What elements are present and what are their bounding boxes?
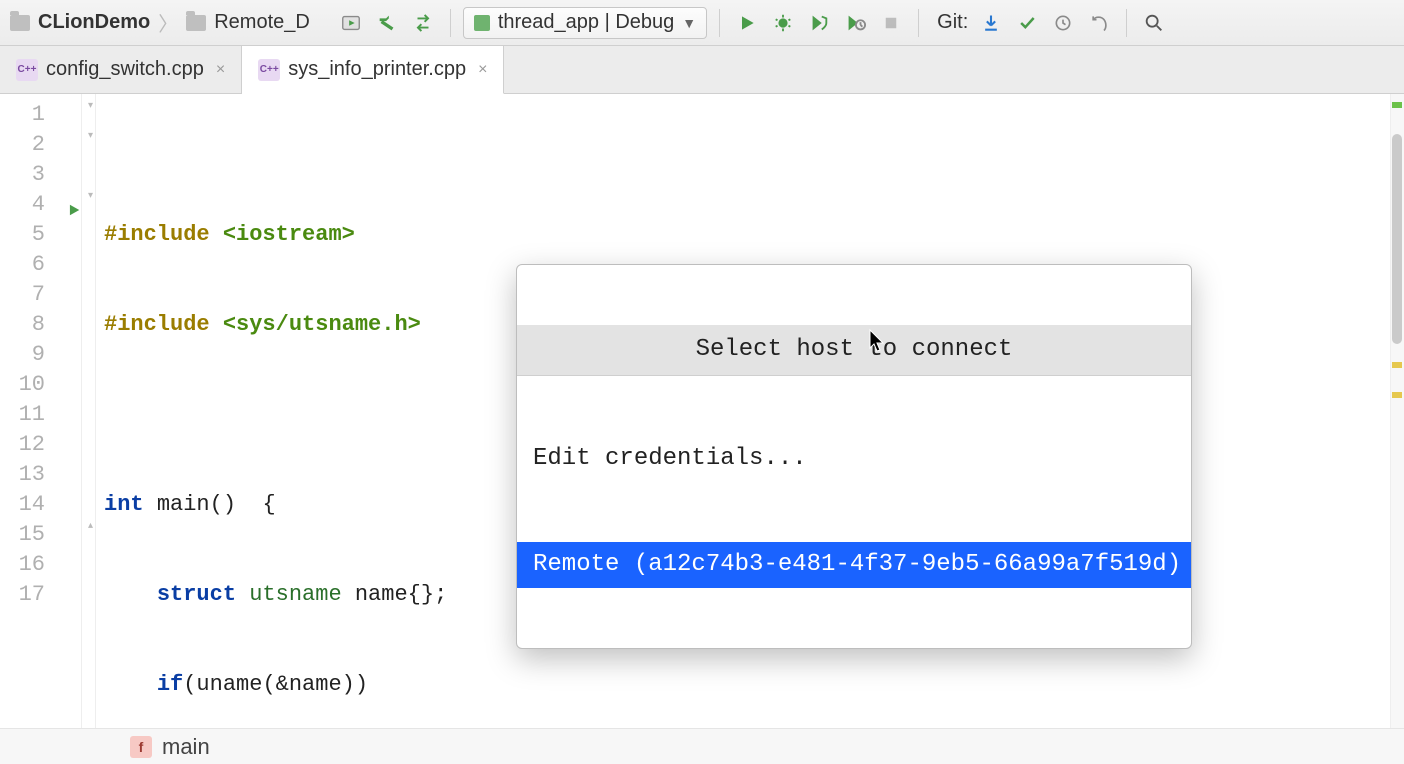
breadcrumb-separator: 〉 [158,8,178,37]
cpp-file-icon: C++ [16,59,38,81]
editor: 1 2 3 4 5 6 7 8 9 10 11 12 13 14 15 16 1… [0,94,1404,728]
tab-config-switch[interactable]: C++ config_switch.cpp × [0,46,242,93]
editor-gutter: 1 2 3 4 5 6 7 8 9 10 11 12 13 14 15 16 1… [0,94,96,728]
fold-marker-icon[interactable]: ▾ [88,190,93,202]
close-icon[interactable]: × [212,61,225,79]
chevron-down-icon: ▼ [682,15,696,31]
select-host-popup: Select host to connect Edit credentials.… [516,264,1192,649]
git-label: Git: [931,11,970,34]
build-icon[interactable] [372,8,402,38]
popup-title: Select host to connect [517,325,1191,376]
run-configuration-label: thread_app | Debug [498,11,674,34]
run-coverage-icon[interactable] [804,8,834,38]
search-icon[interactable] [1139,8,1169,38]
close-icon[interactable]: × [474,61,487,79]
tab-sys-info-printer[interactable]: C++ sys_info_printer.cpp × [242,46,504,94]
git-pull-icon[interactable] [976,8,1006,38]
run-target-icon[interactable] [336,8,366,38]
main-toolbar: CLionDemo 〉 Remote_D thread_app | Debug … [0,0,1404,46]
popup-item-edit-credentials[interactable]: Edit credentials... [517,436,1191,482]
play-icon[interactable] [732,8,762,38]
stop-icon[interactable] [876,8,906,38]
code-area[interactable]: #include <iostream> #include <sys/utsnam… [96,94,1404,728]
stripe-marker-warning [1392,362,1402,368]
folder-icon [186,15,206,31]
fold-column: ▾ ▾ ▾ ▴ [81,94,95,728]
tab-filename: sys_info_printer.cpp [288,58,466,81]
fold-marker-icon[interactable]: ▴ [88,520,93,532]
fold-marker-icon[interactable]: ▾ [88,100,93,112]
fold-marker-icon[interactable]: ▾ [88,130,93,142]
tab-filename: config_switch.cpp [46,58,204,81]
cpp-file-icon: C++ [258,59,280,81]
debug-icon[interactable] [768,8,798,38]
git-history-icon[interactable] [1048,8,1078,38]
git-revert-icon[interactable] [1084,8,1114,38]
scrollbar-thumb[interactable] [1392,134,1402,344]
stripe-marker-ok [1392,102,1402,108]
breadcrumb[interactable]: CLionDemo 〉 Remote_D [10,8,310,37]
folder-icon [10,15,30,31]
stripe-marker-warning [1392,392,1402,398]
run-profile-icon[interactable] [840,8,870,38]
error-stripe[interactable] [1390,94,1404,728]
sync-arrows-icon[interactable] [408,8,438,38]
editor-tabs: C++ config_switch.cpp × C++ sys_info_pri… [0,46,1404,94]
git-commit-icon[interactable] [1012,8,1042,38]
breadcrumb-module: Remote_D [214,11,310,34]
run-configuration-selector[interactable]: thread_app | Debug ▼ [463,7,707,39]
popup-item-remote-host[interactable]: Remote (a12c74b3-e481-4f37-9eb5-66a99a7f… [517,542,1191,588]
application-icon [474,15,490,31]
breadcrumb-project: CLionDemo [38,11,150,34]
